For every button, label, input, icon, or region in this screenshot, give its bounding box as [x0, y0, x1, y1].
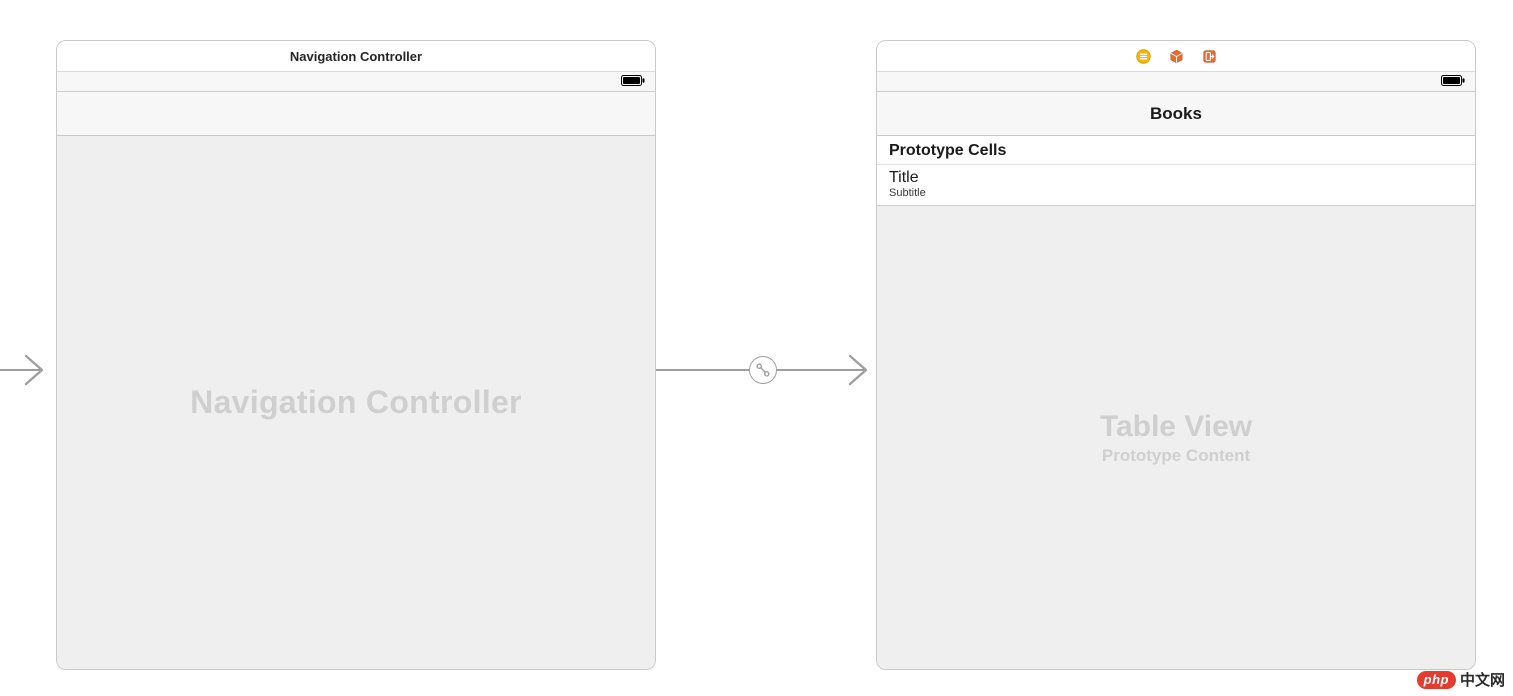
watermark-pill: php	[1417, 671, 1456, 689]
navigation-item-icon[interactable]	[1136, 49, 1151, 64]
prototype-cells-header: Prototype Cells	[877, 136, 1475, 165]
watermark-text: 中文网	[1460, 669, 1505, 690]
scene-title: Navigation Controller	[290, 49, 422, 64]
segue-relationship-icon[interactable]	[749, 356, 777, 384]
storyboard-entry-arrow	[0, 345, 60, 395]
table-body-placeholder: Table View Prototype Content	[877, 206, 1475, 669]
scene-titlebar[interactable]	[877, 41, 1475, 72]
navigation-controller-scene[interactable]: Navigation Controller Navigation Control…	[56, 40, 656, 670]
status-bar	[57, 72, 655, 92]
first-responder-icon[interactable]	[1169, 49, 1184, 64]
placeholder-sub: Prototype Content	[1102, 446, 1250, 466]
placeholder-main: Table View	[1100, 410, 1252, 444]
status-bar	[877, 72, 1475, 92]
battery-icon	[1441, 75, 1465, 87]
table-view[interactable]: Prototype Cells Title Subtitle Table Vie…	[877, 136, 1475, 669]
battery-icon	[621, 75, 645, 87]
navigation-title: Books	[1150, 104, 1202, 124]
exit-icon[interactable]	[1202, 49, 1217, 64]
navigation-bar[interactable]	[57, 92, 655, 136]
scene-titlebar[interactable]: Navigation Controller	[57, 41, 655, 72]
watermark: php 中文网	[1417, 669, 1505, 690]
prototype-cell[interactable]: Title Subtitle	[877, 165, 1475, 206]
navigation-controller-body: Navigation Controller	[57, 136, 655, 669]
cell-subtitle-label: Subtitle	[889, 187, 1463, 199]
navigation-bar[interactable]: Books	[877, 92, 1475, 136]
cell-title-label: Title	[889, 169, 1463, 187]
placeholder-label: Navigation Controller	[190, 384, 522, 421]
books-table-scene[interactable]: Books Prototype Cells Title Subtitle Tab…	[876, 40, 1476, 670]
